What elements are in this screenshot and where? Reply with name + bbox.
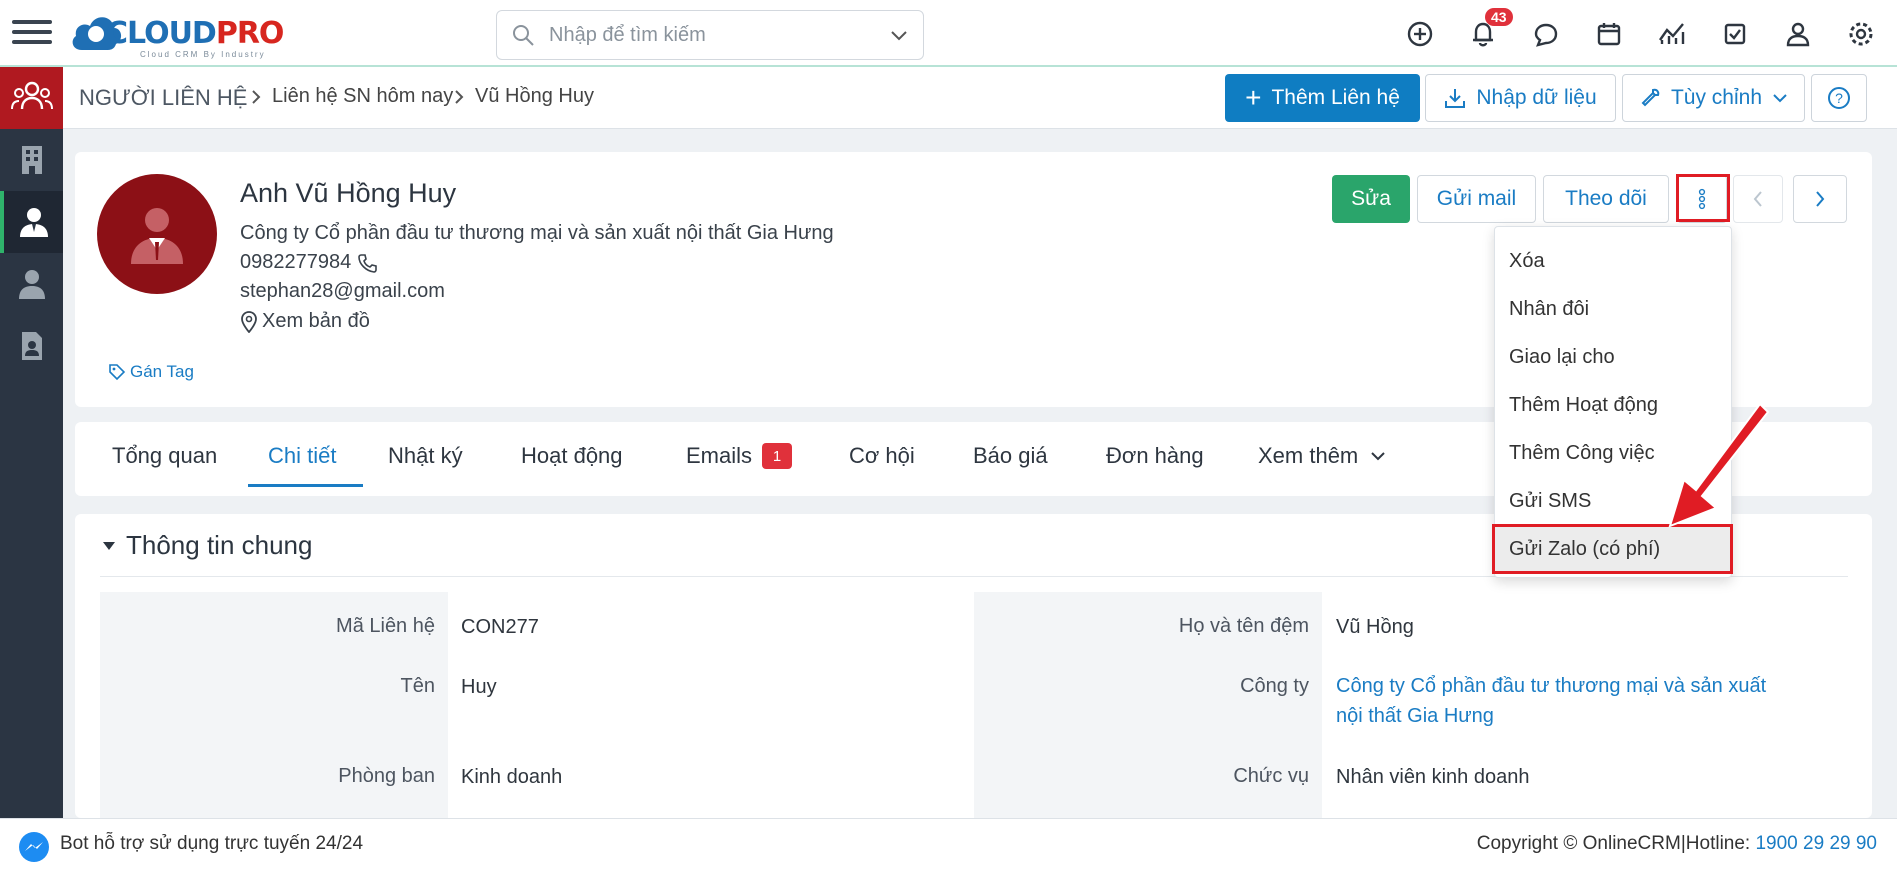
bot-support-text[interactable]: Bot hỗ trợ sử dụng trực tuyến 24/24 xyxy=(60,833,363,855)
breadcrumb-module[interactable]: NGƯỜI LIÊN HỆ xyxy=(79,85,247,111)
search-input[interactable]: Nhập để tìm kiếm xyxy=(549,24,706,47)
field-label-code: Mã Liên hệ xyxy=(336,615,435,637)
notification-badge: 43 xyxy=(1485,8,1513,26)
tab-quote[interactable]: Báo giá xyxy=(973,443,1048,469)
active-tab-indicator xyxy=(248,484,363,487)
next-record-button[interactable] xyxy=(1793,175,1847,223)
sidebar-item-contacts-group[interactable] xyxy=(0,67,63,129)
tab-emails[interactable]: Emails xyxy=(686,443,752,469)
previous-record-button[interactable] xyxy=(1733,175,1783,223)
edit-button[interactable]: Sửa xyxy=(1332,175,1410,223)
sidebar-item-documents[interactable] xyxy=(0,315,63,377)
chevron-down-icon xyxy=(1773,94,1787,103)
contact-person-icon xyxy=(19,208,48,237)
logo[interactable]: CLOUDPRO Cloud CRM By Industry xyxy=(70,6,300,59)
field-label-department: Phòng ban xyxy=(338,765,435,787)
menu-item-delete[interactable]: Xóa xyxy=(1495,237,1733,285)
breadcrumb: NGƯỜI LIÊN HỆ Liên hệ SN hôm nay Vũ Hồng… xyxy=(63,67,1897,129)
chat-icon[interactable] xyxy=(1526,14,1566,54)
user-icon[interactable] xyxy=(1778,14,1818,54)
tag-icon xyxy=(109,364,126,381)
help-button[interactable]: ? xyxy=(1811,74,1867,122)
chevron-down-icon[interactable] xyxy=(889,27,909,43)
chevron-right-icon xyxy=(252,90,261,104)
map-pin-icon xyxy=(241,310,257,333)
field-value-last-name: Vũ Hồng xyxy=(1336,616,1414,638)
wrench-icon xyxy=(1641,88,1660,107)
search-icon xyxy=(513,25,534,46)
sidebar-item-contacts[interactable] xyxy=(0,191,63,253)
gear-icon[interactable] xyxy=(1841,14,1881,54)
more-button-highlight xyxy=(1676,174,1730,222)
field-label-last-name: Họ và tên đệm xyxy=(1178,615,1309,637)
tab-overview[interactable]: Tổng quan xyxy=(112,443,217,469)
top-bar: CLOUDPRO Cloud CRM By Industry Nhập để t… xyxy=(0,0,1897,67)
users-group-icon xyxy=(10,81,53,110)
task-check-icon[interactable] xyxy=(1715,14,1755,54)
chevron-down-icon xyxy=(1371,452,1385,461)
breadcrumb-list[interactable]: Liên hệ SN hôm nay xyxy=(272,85,453,108)
footer: Bot hỗ trợ sử dụng trực tuyến 24/24 Copy… xyxy=(0,818,1897,873)
add-tag-link[interactable]: Gán Tag xyxy=(108,362,194,382)
map-link[interactable]: Xem bản đồ xyxy=(240,310,370,333)
sidebar-item-leads[interactable] xyxy=(0,253,63,315)
bell-icon[interactable]: 43 xyxy=(1463,8,1513,54)
plus-icon: + xyxy=(1245,82,1262,113)
left-sidebar xyxy=(0,67,63,873)
hotline-link[interactable]: 1900 29 29 90 xyxy=(1755,833,1877,854)
field-label-first-name: Tên xyxy=(400,675,435,697)
follow-button[interactable]: Theo dõi xyxy=(1543,175,1669,223)
chevron-right-icon xyxy=(455,90,464,104)
document-user-icon xyxy=(21,332,42,360)
import-data-button[interactable]: Nhập dữ liệu xyxy=(1425,74,1616,122)
field-value-code: CON277 xyxy=(461,616,539,638)
tab-opportunity[interactable]: Cơ hội xyxy=(849,443,915,469)
field-label-company: Công ty xyxy=(1240,675,1309,697)
building-icon xyxy=(21,146,42,174)
logo-text: CLOUDPRO xyxy=(106,16,284,51)
contact-company: Công ty Cổ phần đầu tư thương mại và sản… xyxy=(240,222,834,244)
emails-count-badge: 1 xyxy=(762,443,792,469)
tab-activity[interactable]: Hoạt động xyxy=(521,443,623,469)
add-circle-icon[interactable] xyxy=(1400,14,1440,54)
field-label-position: Chức vụ xyxy=(1233,765,1309,787)
contact-name: Anh Vũ Hồng Huy xyxy=(240,178,457,208)
field-value-first-name: Huy xyxy=(461,676,497,698)
chevron-right-icon xyxy=(1816,191,1825,207)
tab-log[interactable]: Nhật ký xyxy=(388,443,463,469)
phone-icon[interactable] xyxy=(357,253,378,273)
header-icons: 43 xyxy=(1400,8,1890,54)
field-value-company[interactable]: Công ty Cổ phần đầu tư thương mại và sản… xyxy=(1336,671,1816,731)
tab-order[interactable]: Đơn hàng xyxy=(1106,443,1204,469)
help-icon: ? xyxy=(1828,87,1850,109)
logo-tagline: Cloud CRM By Industry xyxy=(140,50,266,59)
sidebar-item-organizations[interactable] xyxy=(0,129,63,191)
add-contact-button[interactable]: + Thêm Liên hệ xyxy=(1225,74,1420,122)
field-value-position: Nhân viên kinh doanh xyxy=(1336,766,1530,788)
customize-button[interactable]: Tùy chỉnh xyxy=(1622,74,1805,122)
menu-item-reassign[interactable]: Giao lại cho xyxy=(1495,333,1733,381)
section-header[interactable]: Thông tin chung xyxy=(102,530,312,561)
menu-item-duplicate[interactable]: Nhân đôi xyxy=(1495,285,1733,333)
contact-email[interactable]: stephan28@gmail.com xyxy=(240,280,445,303)
copyright-text: Copyright © OnlineCRM|Hotline: 1900 29 2… xyxy=(1476,833,1877,854)
download-icon xyxy=(1445,89,1466,108)
tab-more[interactable]: Xem thêm xyxy=(1258,443,1386,469)
breadcrumb-record: Vũ Hồng Huy xyxy=(475,85,594,107)
chevron-left-icon xyxy=(1753,191,1762,207)
chart-icon[interactable] xyxy=(1652,14,1692,54)
send-mail-button[interactable]: Gửi mail xyxy=(1417,175,1536,223)
search-box[interactable]: Nhập để tìm kiếm xyxy=(496,10,924,60)
caret-down-icon xyxy=(103,541,115,550)
tab-detail[interactable]: Chi tiết xyxy=(268,443,336,469)
person-icon xyxy=(18,270,45,299)
menu-icon[interactable] xyxy=(12,14,52,50)
messenger-icon[interactable] xyxy=(18,831,50,863)
field-value-department: Kinh doanh xyxy=(461,766,563,788)
contact-phone: 0982277984 xyxy=(240,251,378,274)
svg-text:?: ? xyxy=(1835,90,1843,106)
avatar xyxy=(97,174,217,294)
arrow-annotation-icon xyxy=(1668,402,1770,528)
calendar-icon[interactable] xyxy=(1589,14,1629,54)
